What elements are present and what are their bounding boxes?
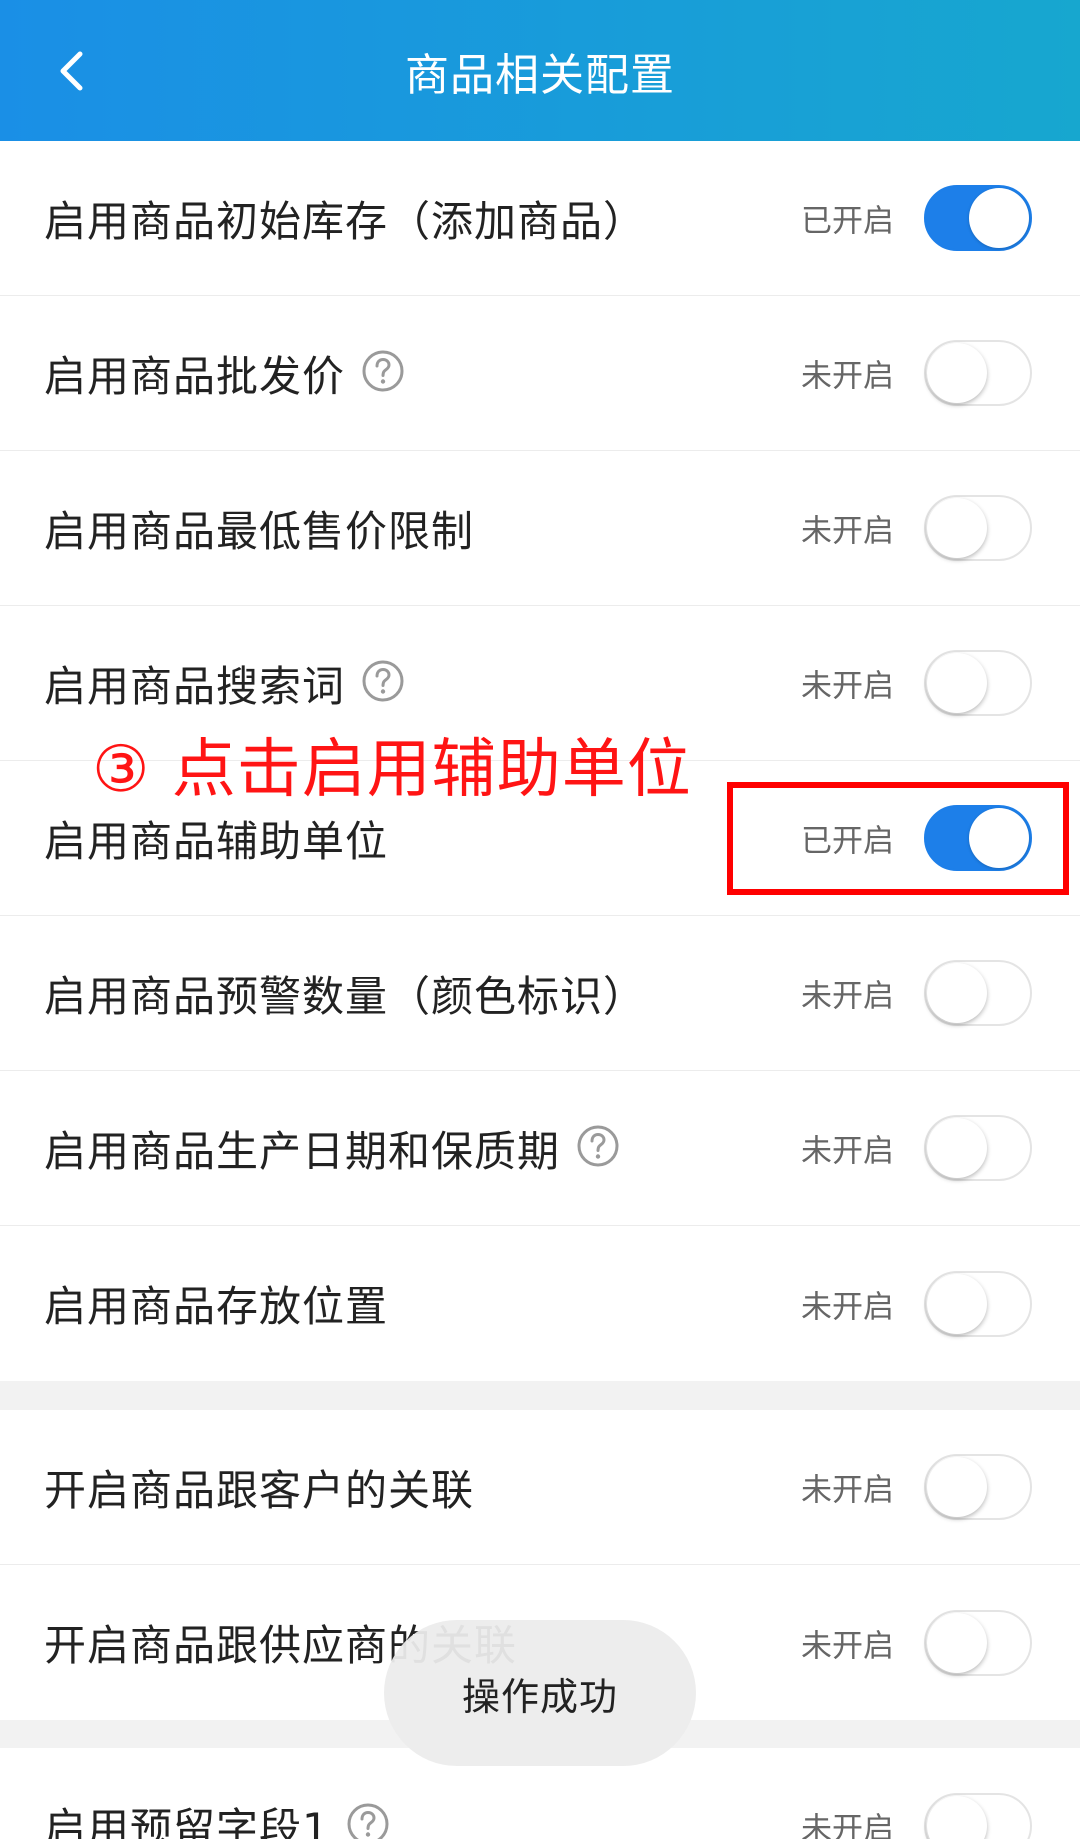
page-title: 商品相关配置 bbox=[405, 49, 675, 101]
toggle-knob bbox=[927, 963, 987, 1023]
setting-label-wrap: 启用商品生产日期和保质期 bbox=[44, 1118, 620, 1179]
help-icon[interactable] bbox=[361, 349, 405, 393]
toggle-knob bbox=[927, 498, 987, 558]
setting-label-wrap: 启用商品初始库存（添加商品） bbox=[44, 188, 646, 249]
setting-status: 未开启 bbox=[801, 1472, 894, 1509]
setting-status: 已开启 bbox=[801, 203, 894, 240]
help-icon[interactable] bbox=[361, 659, 405, 703]
setting-status: 未开启 bbox=[801, 668, 894, 705]
toggle-switch[interactable] bbox=[924, 185, 1032, 251]
setting-label: 启用商品搜索词 bbox=[44, 661, 346, 711]
setting-label-wrap: 启用商品最低售价限制 bbox=[44, 498, 474, 559]
setting-label-wrap: 启用商品搜索词 bbox=[44, 653, 405, 714]
toggle-knob bbox=[927, 1273, 987, 1334]
toggle-knob bbox=[927, 343, 987, 403]
setting-label: 启用商品存放位置 bbox=[44, 1282, 389, 1331]
setting-row: 启用商品批发价 未开启 bbox=[0, 296, 1080, 451]
setting-label: 启用预留字段1 bbox=[44, 1804, 330, 1839]
setting-label-wrap: 启用商品预警数量（颜色标识） bbox=[44, 963, 646, 1024]
setting-label: 启用商品预警数量（颜色标识） bbox=[44, 971, 647, 1021]
setting-label-wrap: 开启商品跟客户的关联 bbox=[44, 1457, 474, 1518]
setting-status: 未开启 bbox=[801, 358, 894, 395]
annotation-highlight-box bbox=[727, 782, 1069, 895]
setting-label: 启用商品批发价 bbox=[44, 351, 346, 401]
setting-status: 未开启 bbox=[801, 1811, 894, 1839]
toggle-knob bbox=[969, 188, 1029, 248]
annotation-label: ③ 点击启用辅助单位 bbox=[92, 733, 692, 807]
toggle-switch[interactable] bbox=[924, 1115, 1032, 1181]
toggle-switch[interactable] bbox=[924, 340, 1032, 406]
toggle-switch[interactable] bbox=[924, 1270, 1032, 1337]
setting-row: 启用商品预警数量（颜色标识） 未开启 bbox=[0, 916, 1080, 1071]
setting-row: 启用商品初始库存（添加商品） 已开启 bbox=[0, 141, 1080, 296]
setting-label-wrap: 启用预留字段1 bbox=[44, 1795, 390, 1839]
toggle-knob bbox=[927, 653, 987, 713]
setting-row: 启用商品存放位置 未开启 bbox=[0, 1226, 1080, 1381]
setting-row: 开启商品跟客户的关联 未开启 bbox=[0, 1410, 1080, 1565]
help-icon[interactable] bbox=[576, 1124, 620, 1168]
toggle-switch[interactable] bbox=[924, 1792, 1032, 1839]
toggle-switch[interactable] bbox=[924, 960, 1032, 1026]
setting-status: 未开启 bbox=[801, 1289, 894, 1325]
setting-row: 启用商品最低售价限制 未开启 bbox=[0, 451, 1080, 606]
setting-label-wrap: 启用商品存放位置 bbox=[44, 1273, 388, 1334]
toggle-knob bbox=[927, 1612, 987, 1673]
header-bar: 商品相关配置 bbox=[0, 0, 1080, 141]
toggle-knob bbox=[927, 1118, 987, 1178]
back-button[interactable] bbox=[36, 36, 106, 106]
toggle-knob bbox=[927, 1457, 987, 1517]
toggle-switch[interactable] bbox=[924, 1609, 1032, 1676]
setting-status: 未开启 bbox=[801, 1133, 894, 1170]
toggle-switch[interactable] bbox=[924, 650, 1032, 716]
chevron-left-icon bbox=[60, 51, 83, 91]
setting-label: 启用商品最低售价限制 bbox=[44, 506, 475, 556]
setting-status: 未开启 bbox=[801, 513, 894, 550]
setting-label: 启用商品初始库存（添加商品） bbox=[44, 196, 647, 246]
toggle-switch[interactable] bbox=[924, 1454, 1032, 1520]
setting-status: 未开启 bbox=[801, 978, 894, 1015]
toggle-knob bbox=[927, 1795, 987, 1839]
setting-label: 启用商品生产日期和保质期 bbox=[44, 1126, 561, 1176]
app-screen: 商品相关配置 启用商品初始库存（添加商品） 已开启 启用商品批发价 未开启 启用商品最低… bbox=[0, 0, 1080, 1839]
setting-row: 启用商品生产日期和保质期 未开启 bbox=[0, 1071, 1080, 1226]
setting-label-wrap: 启用商品辅助单位 bbox=[44, 808, 388, 869]
setting-status: 未开启 bbox=[801, 1628, 894, 1664]
help-icon[interactable] bbox=[346, 1802, 390, 1839]
setting-label-wrap: 启用商品批发价 bbox=[44, 343, 405, 404]
toast-message: 操作成功 bbox=[384, 1620, 696, 1766]
setting-label: 开启商品跟客户的关联 bbox=[44, 1465, 475, 1515]
toggle-switch[interactable] bbox=[924, 495, 1032, 561]
setting-label: 启用商品辅助单位 bbox=[44, 816, 389, 866]
